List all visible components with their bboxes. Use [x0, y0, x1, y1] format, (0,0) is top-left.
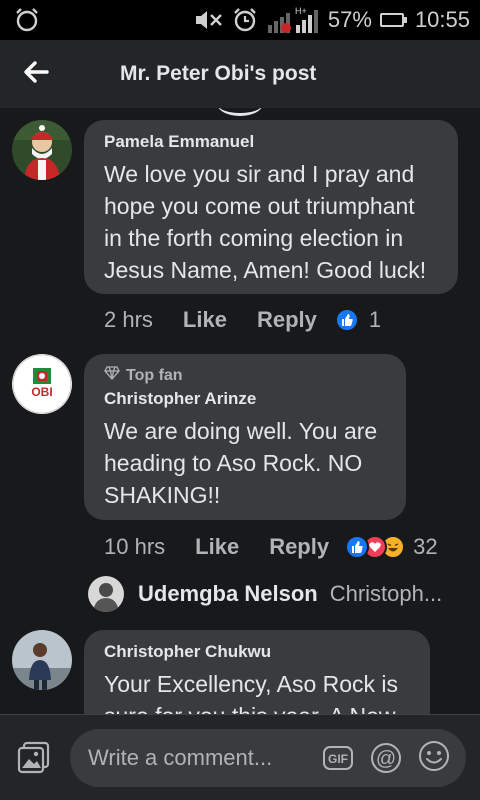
top-fan-label: Top fan [126, 366, 183, 384]
avatar-christopher-chukwu[interactable] [12, 630, 72, 690]
comment-bubble[interactable]: Pamela Emmanuel We love you sir and I pr… [84, 120, 458, 294]
reaction-summary[interactable]: 32 [345, 534, 438, 560]
reply-snippet: Christoph... [329, 581, 443, 606]
thumbs-up-icon [345, 535, 370, 559]
mention-button[interactable]: @ [370, 742, 402, 774]
smiley-icon [418, 740, 450, 777]
gif-button[interactable]: GIF [322, 742, 354, 774]
reply-author[interactable]: Udemgba Nelson [138, 581, 318, 607]
comment-text: Your Excellency, Aso Rock is sure for yo… [104, 671, 399, 714]
back-button[interactable] [20, 58, 52, 90]
reaction-count: 32 [413, 534, 438, 559]
comment-time[interactable]: 10 hrs [104, 534, 165, 560]
page-title: Mr. Peter Obi's post [120, 62, 317, 85]
like-button[interactable]: Like [195, 534, 239, 560]
image-icon [16, 741, 52, 779]
network-type-label: H+ [295, 6, 307, 16]
clock: 10:55 [414, 7, 470, 32]
like-button[interactable]: Like [183, 307, 227, 333]
diamond-icon [104, 366, 120, 385]
avatar-pamela[interactable] [12, 120, 72, 180]
thumbs-up-icon [334, 308, 359, 332]
battery-percent: 57% [327, 7, 372, 32]
comment-list[interactable]: Pamela Emmanuel We love you sir and I pr… [0, 108, 480, 714]
comment-time[interactable]: 2 hrs [104, 307, 153, 333]
mute-icon [194, 7, 224, 33]
gif-label: GIF [328, 752, 348, 766]
comment-input[interactable] [88, 744, 318, 772]
top-fan-badge: Top fan [104, 366, 386, 385]
arrow-left-icon [23, 60, 49, 88]
battery-icon [379, 13, 407, 27]
comment-actions: 10 hrs Like Reply 32 [104, 533, 438, 561]
previous-comment-edge [218, 108, 262, 116]
comment-box: GIF @ [70, 729, 466, 787]
comment-composer: GIF @ [0, 714, 480, 800]
reply-preview[interactable]: Udemgba Nelson Christoph... [88, 574, 442, 614]
reply-button[interactable]: Reply [257, 307, 317, 333]
signal-icon: H+ [266, 5, 320, 35]
reply-button[interactable]: Reply [269, 534, 329, 560]
comment-actions: 2 hrs Like Reply 1 [104, 306, 381, 334]
comment-author[interactable]: Pamela Emmanuel [104, 132, 438, 152]
alarm-icon [232, 7, 258, 33]
avatar-christopher-arinze[interactable]: OBI [12, 354, 72, 414]
comment-text: We love you sir and I pray and hope you … [104, 161, 427, 283]
status-bar: H+ 57% 10:55 [0, 0, 480, 40]
reaction-count: 1 [368, 307, 382, 332]
reaction-summary[interactable]: 1 [334, 307, 382, 333]
comment-bubble[interactable]: Christopher Chukwu Your Excellency, Aso … [84, 630, 430, 714]
comment-bubble[interactable]: Top fan Christopher Arinze We are doing … [84, 354, 406, 520]
emoji-button[interactable] [418, 740, 450, 777]
mention-label: @ [376, 748, 396, 770]
comment-author[interactable]: Christopher Chukwu [104, 642, 410, 662]
photo-button[interactable] [16, 739, 52, 775]
comment-author[interactable]: Christopher Arinze [104, 389, 386, 409]
avatar-udemgba-nelson[interactable] [88, 576, 124, 612]
comment-text: We are doing well. You are heading to As… [104, 418, 378, 508]
post-header: Mr. Peter Obi's post [0, 40, 480, 108]
avatar-obi-text: OBI [31, 385, 53, 399]
alarm-clock-icon [14, 7, 40, 33]
